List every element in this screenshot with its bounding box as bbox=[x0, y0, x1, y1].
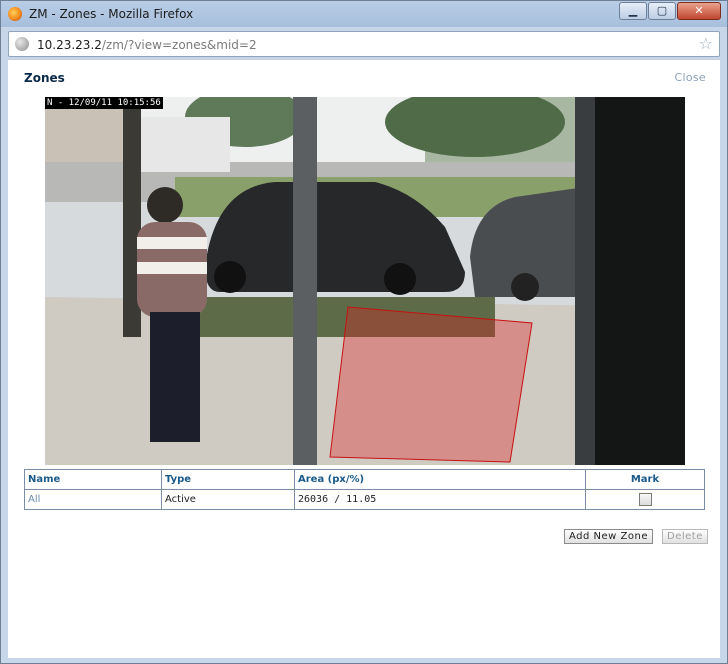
firefox-icon bbox=[8, 7, 22, 21]
zone-area: 26036 / 11.05 bbox=[294, 489, 586, 510]
header-area: Area (px/%) bbox=[294, 469, 586, 490]
add-new-zone-button[interactable]: Add New Zone bbox=[564, 529, 653, 544]
timestamp-overlay: N - 12/09/11 10:15:56 bbox=[45, 97, 163, 109]
zone-mark-cell bbox=[585, 489, 705, 510]
zone-name-link[interactable]: All bbox=[24, 489, 162, 510]
camera-scene bbox=[45, 97, 685, 465]
maximize-icon: ▢ bbox=[656, 4, 668, 17]
close-icon: ✕ bbox=[694, 4, 704, 17]
minimize-button[interactable]: ▁ bbox=[619, 2, 647, 20]
close-link[interactable]: Close bbox=[675, 71, 706, 84]
url-path: /zm/?view=zones&mid=2 bbox=[101, 38, 257, 52]
header-type: Type bbox=[161, 469, 295, 490]
close-window-button[interactable]: ✕ bbox=[677, 2, 721, 20]
window-controls: ▁ ▢ ✕ bbox=[618, 2, 721, 20]
window-title: ZM - Zones - Mozilla Firefox bbox=[29, 7, 194, 21]
url-host: 10.23.23.2 bbox=[37, 38, 102, 52]
minimize-icon: ▁ bbox=[628, 4, 638, 17]
header-mark: Mark bbox=[585, 469, 705, 490]
page-content: Zones Close N - 12/09/11 10:15:56 Name T… bbox=[8, 59, 720, 658]
header-name: Name bbox=[24, 469, 162, 490]
table-header-row: Name Type Area (px/%) Mark bbox=[24, 469, 705, 490]
mark-checkbox[interactable] bbox=[638, 493, 652, 506]
browser-window: ZM - Zones - Mozilla Firefox ▁ ▢ ✕ 10.23… bbox=[0, 0, 728, 664]
address-bar[interactable]: 10.23.23.2/zm/?view=zones&mid=2 ☆ bbox=[8, 31, 720, 57]
bookmark-star-icon[interactable]: ☆ bbox=[699, 34, 713, 53]
zones-table: Name Type Area (px/%) Mark All Active 26… bbox=[24, 469, 705, 510]
table-row: All Active 26036 / 11.05 bbox=[24, 489, 705, 510]
zone-type: Active bbox=[161, 489, 295, 510]
site-identity-icon[interactable] bbox=[15, 37, 29, 51]
maximize-button[interactable]: ▢ bbox=[648, 2, 676, 20]
camera-image[interactable]: N - 12/09/11 10:15:56 bbox=[45, 97, 685, 465]
title-bar[interactable]: ZM - Zones - Mozilla Firefox ▁ ▢ ✕ bbox=[1, 1, 727, 27]
page-title: Zones bbox=[24, 71, 65, 85]
url-text[interactable]: 10.23.23.2/zm/?view=zones&mid=2 bbox=[37, 38, 257, 52]
delete-button[interactable]: Delete bbox=[662, 529, 708, 544]
